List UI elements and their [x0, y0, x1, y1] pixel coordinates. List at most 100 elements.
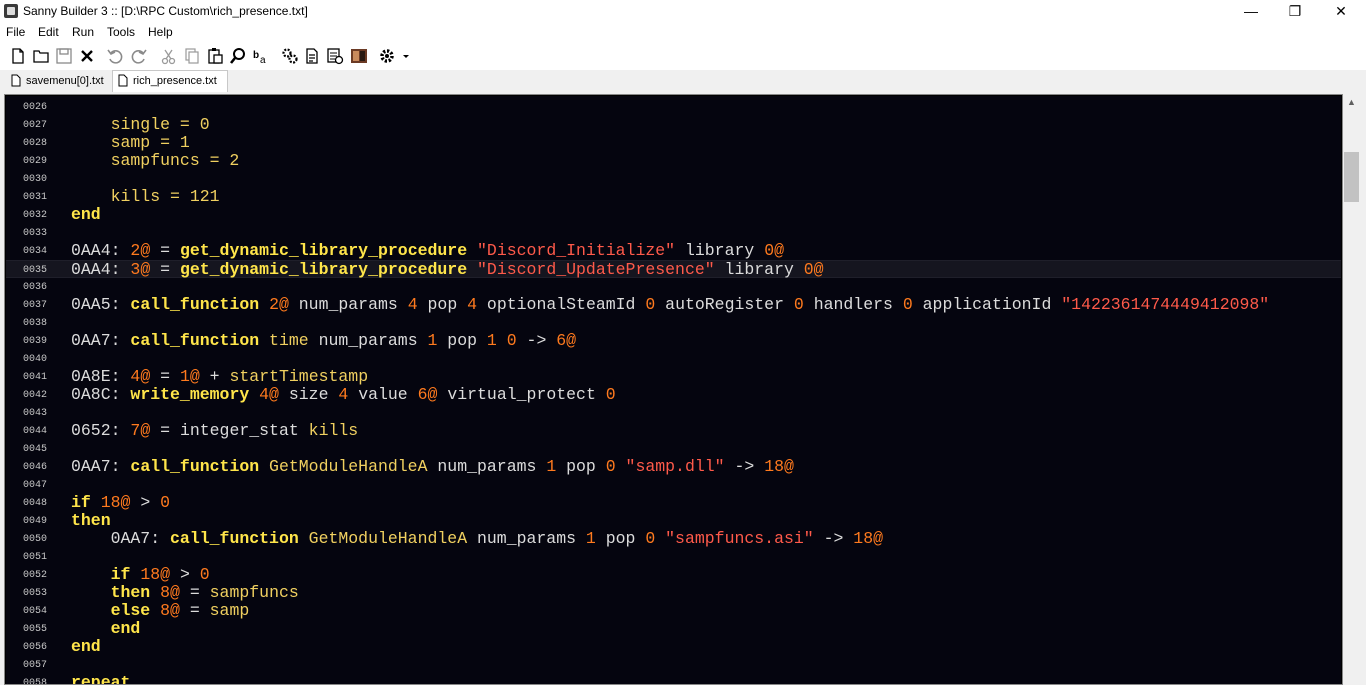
code-line[interactable]: 0044 0652: 7@ = integer_stat kills [6, 422, 1341, 440]
menu-tools[interactable]: Tools [107, 25, 135, 39]
code-token: get_dynamic_library_procedure [179, 241, 468, 260]
code-line[interactable]: 0030 [6, 170, 1341, 188]
code-text: 0A8E: 4@ = 1@ + startTimestamp [71, 368, 368, 386]
copy-icon[interactable] [183, 47, 201, 65]
code-line[interactable]: 0027 single = 0 [6, 116, 1341, 134]
line-number: 0046 [23, 462, 48, 473]
replace-icon[interactable]: ba [252, 47, 270, 66]
cut-icon[interactable] [160, 47, 178, 65]
code-line[interactable]: 0054 else 8@ = samp [6, 602, 1341, 620]
code-token: = [179, 583, 210, 602]
code-text: 0AA7: call_function time num_params 1 po… [71, 332, 576, 350]
line-number: 0028 [23, 138, 48, 149]
code-text: single = 0 [71, 116, 210, 134]
code-token: call_function [130, 457, 260, 476]
scroll-up-arrow-icon[interactable]: ▲ [1343, 94, 1360, 111]
code-line[interactable]: 0047 [6, 476, 1341, 494]
code-line[interactable]: 0042 0A8C: write_memory 4@ size 4 value 6… [6, 386, 1341, 404]
find-icon[interactable] [229, 47, 247, 65]
save-icon[interactable] [55, 47, 73, 65]
code-line[interactable]: 0029 sampfuncs = 2 [6, 152, 1341, 170]
maximize-button[interactable]: ❐ [1272, 0, 1318, 23]
code-line[interactable]: 0033 [6, 224, 1341, 242]
code-line[interactable]: 0056 end [6, 638, 1341, 656]
code-token: "Discord_UpdatePresence" [477, 260, 715, 279]
code-line[interactable]: 0058 repeat [6, 674, 1341, 685]
close-file-icon[interactable] [78, 47, 96, 65]
menu-file[interactable]: File [6, 25, 25, 39]
redo-icon[interactable] [130, 47, 148, 65]
code-line[interactable]: 0035 0AA4: 3@ = get_dynamic_library_proce… [6, 260, 1341, 279]
code-line[interactable]: 0055 end [6, 620, 1341, 638]
code-token: 0 [605, 457, 616, 476]
minimize-button[interactable]: — [1228, 0, 1274, 23]
code-line[interactable]: 0048 if 18@ > 0 [6, 494, 1341, 512]
tab-savemenu[interactable]: savemenu[0].txt [6, 71, 110, 91]
menu-help[interactable]: Help [148, 25, 173, 39]
tab-rich-presence[interactable]: rich_presence.txt [112, 70, 228, 92]
code-token: library [675, 241, 765, 260]
code-token: kills = 121 [71, 187, 220, 206]
code-token: time [259, 331, 309, 350]
chevron-down-icon[interactable] [397, 47, 409, 65]
code-line[interactable]: 0052 if 18@ > 0 [6, 566, 1341, 584]
code-token: 0652: [71, 421, 131, 440]
options-icon[interactable] [326, 47, 344, 65]
line-number: 0058 [23, 678, 48, 684]
code-line[interactable]: 0045 [6, 440, 1341, 458]
code-token: 1 [486, 331, 497, 350]
code-text: 0AA7: call_function GetModuleHandleA num… [71, 530, 883, 548]
code-line[interactable]: 0041 0A8E: 4@ = 1@ + startTimestamp [6, 368, 1341, 386]
code-line[interactable]: 0038 [6, 314, 1341, 332]
close-button[interactable]: ✕ [1318, 0, 1364, 23]
menu-edit[interactable]: Edit [38, 25, 59, 39]
open-folder-icon[interactable] [32, 47, 50, 65]
decompile-icon[interactable] [350, 47, 368, 65]
code-line[interactable]: 0026 [6, 98, 1341, 116]
code-text: end [71, 206, 101, 224]
new-file-icon[interactable] [9, 47, 27, 65]
code-line[interactable]: 0034 0AA4: 2@ = get_dynamic_library_proce… [6, 242, 1341, 260]
code-line[interactable]: 0036 [6, 278, 1341, 296]
code-line[interactable]: 0032 end [6, 206, 1341, 224]
line-number: 0037 [23, 300, 48, 311]
code-editor[interactable]: 0026 0027 single = 0 0028 samp = 1 0029 sam… [6, 96, 1341, 684]
vertical-scrollbar[interactable]: ▲ [1343, 94, 1360, 685]
code-line[interactable]: 0040 [6, 350, 1341, 368]
code-token: sampfuncs [209, 583, 299, 602]
code-text: if 18@ > 0 [71, 566, 210, 584]
menu-run[interactable]: Run [72, 25, 94, 39]
code-token: 8@ [160, 601, 180, 620]
code-line[interactable]: 0039 0AA7: call_function time num_params … [6, 332, 1341, 350]
code-token: pop [595, 529, 646, 548]
code-token: > [130, 493, 161, 512]
line-number: 0042 [23, 390, 48, 401]
code-token: if [71, 565, 131, 584]
code-line[interactable]: 0046 0AA7: call_function GetModuleHandleA… [6, 458, 1341, 476]
document-icon [118, 74, 128, 87]
code-token: 0 [605, 385, 616, 404]
code-line[interactable]: 0037 0AA5: call_function 2@ num_params 4 … [6, 296, 1341, 314]
code-token: 4@ [259, 385, 279, 404]
settings-gear-icon[interactable] [378, 47, 396, 65]
undo-icon[interactable] [106, 47, 124, 65]
code-line[interactable]: 0028 samp = 1 [6, 134, 1341, 152]
compile-icon[interactable] [281, 47, 299, 65]
code-line[interactable]: 0053 then 8@ = sampfuncs [6, 584, 1341, 602]
line-number: 0051 [23, 552, 48, 563]
run-script-icon[interactable] [303, 47, 321, 65]
menu-bar: File Edit Run Tools Help [0, 23, 1366, 42]
svg-text:a: a [260, 55, 266, 65]
code-line[interactable]: 0043 [6, 404, 1341, 422]
code-line[interactable]: 0057 [6, 656, 1341, 674]
code-token: sampfuncs = 2 [71, 151, 240, 170]
code-token: 0 [645, 295, 656, 314]
paste-icon[interactable] [206, 47, 224, 65]
scrollbar-thumb[interactable] [1344, 152, 1359, 202]
code-line[interactable]: 0051 [6, 548, 1341, 566]
code-text: kills = 121 [71, 188, 220, 206]
code-line[interactable]: 0049 then [6, 512, 1341, 530]
code-line[interactable]: 0031 kills = 121 [6, 188, 1341, 206]
code-line[interactable]: 0050 0AA7: call_function GetModuleHandle… [6, 530, 1341, 548]
